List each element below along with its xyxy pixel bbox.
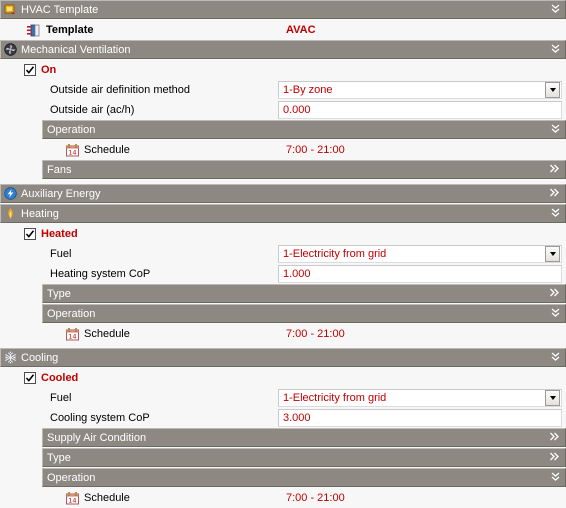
- section-label-cooling-operation: Operation: [47, 471, 96, 484]
- row-outside-air-method[interactable]: Outside air definition method 1-By zone: [0, 80, 566, 100]
- chevron-down-icon[interactable]: [545, 82, 560, 98]
- checkbox-heated[interactable]: [24, 228, 36, 240]
- calendar-icon: 14: [66, 491, 79, 505]
- label-ventilation-on: On: [41, 64, 57, 76]
- label-heating-cop: Heating system CoP: [50, 268, 151, 280]
- row-heating-schedule[interactable]: 14 Schedule 7:00 - 21:00: [0, 324, 566, 344]
- input-outside-air-ach[interactable]: 0.000: [278, 101, 562, 119]
- row-cooled[interactable]: Cooled: [0, 368, 566, 388]
- hvac-template-panel: HVAC Template Template AVAC Mechanical V…: [0, 0, 566, 508]
- row-cooling-cop[interactable]: Cooling system CoP 3.000: [0, 408, 566, 428]
- section-header-heating-operation[interactable]: Operation: [42, 304, 566, 323]
- input-cooling-cop[interactable]: 3.000: [278, 409, 562, 427]
- svg-text:14: 14: [68, 332, 76, 340]
- label-cooling-schedule: Schedule: [84, 492, 130, 504]
- value-template: AVAC: [286, 24, 316, 36]
- dropdown-cooling-fuel[interactable]: 1-Electricity from grid: [278, 389, 562, 407]
- row-ventilation-schedule[interactable]: 14 Schedule 7:00 - 21:00: [0, 140, 566, 160]
- svg-text:14: 14: [68, 148, 76, 156]
- section-header-heating[interactable]: Heating: [0, 204, 566, 223]
- row-cooling-fuel[interactable]: Fuel 1-Electricity from grid: [0, 388, 566, 408]
- label-heated: Heated: [41, 228, 78, 240]
- section-label-auxiliary-energy: Auxiliary Energy: [21, 187, 101, 200]
- label-cooling-fuel: Fuel: [50, 392, 72, 404]
- flame-icon: [4, 207, 17, 220]
- calendar-icon: 14: [66, 143, 79, 157]
- row-template[interactable]: Template AVAC: [0, 20, 566, 40]
- section-header-heating-type[interactable]: Type: [42, 284, 566, 303]
- chevron-expanded-icon[interactable]: [551, 43, 560, 57]
- label-outside-air-method: Outside air definition method: [50, 84, 191, 96]
- calendar-icon: 14: [66, 327, 79, 341]
- chevron-collapsed-icon[interactable]: [549, 188, 560, 200]
- row-ventilation-on[interactable]: On: [0, 60, 566, 80]
- section-label-supply-air-condition: Supply Air Condition: [47, 431, 147, 444]
- snowflake-icon: [4, 351, 17, 364]
- section-label-operation-ventilation: Operation: [47, 123, 96, 136]
- section-header-operation-ventilation[interactable]: Operation: [42, 120, 566, 139]
- label-cooling-cop: Cooling system CoP: [50, 412, 150, 424]
- label-cooled: Cooled: [41, 372, 79, 384]
- chevron-expanded-icon[interactable]: [551, 351, 560, 365]
- chevron-expanded-icon[interactable]: [551, 307, 560, 321]
- value-heating-schedule: 7:00 - 21:00: [286, 328, 345, 340]
- row-heated[interactable]: Heated: [0, 224, 566, 244]
- value-heating-fuel: 1-Electricity from grid: [283, 248, 387, 260]
- checkbox-cooled[interactable]: [24, 372, 36, 384]
- section-header-hvac-template[interactable]: HVAC Template: [0, 0, 566, 19]
- row-heating-cop[interactable]: Heating system CoP 1.000: [0, 264, 566, 284]
- section-label-heating: Heating: [21, 207, 59, 220]
- chevron-expanded-icon[interactable]: [551, 471, 560, 485]
- label-heating-schedule: Schedule: [84, 328, 130, 340]
- value-cooling-fuel: 1-Electricity from grid: [283, 392, 387, 404]
- row-heating-fuel[interactable]: Fuel 1-Electricity from grid: [0, 244, 566, 264]
- hvac-template-icon: [4, 3, 17, 16]
- chevron-collapsed-icon[interactable]: [549, 432, 560, 444]
- row-outside-air-ach[interactable]: Outside air (ac/h) 0.000: [0, 100, 566, 120]
- label-template: Template: [46, 24, 94, 36]
- chevron-expanded-icon[interactable]: [551, 123, 560, 137]
- chevron-down-icon[interactable]: [545, 390, 560, 406]
- section-header-auxiliary-energy[interactable]: Auxiliary Energy: [0, 184, 566, 203]
- input-heating-cop[interactable]: 1.000: [278, 265, 562, 283]
- svg-text:14: 14: [68, 496, 76, 504]
- checkbox-ventilation-on[interactable]: [24, 64, 36, 76]
- template-icon: [27, 24, 42, 37]
- chevron-collapsed-icon[interactable]: [549, 164, 560, 176]
- dropdown-outside-air-method[interactable]: 1-By zone: [278, 81, 562, 99]
- section-label-cooling-type: Type: [47, 451, 71, 464]
- value-ventilation-schedule: 7:00 - 21:00: [286, 144, 345, 156]
- section-header-cooling[interactable]: Cooling: [0, 348, 566, 367]
- fan-icon: [4, 43, 17, 56]
- value-outside-air-ach: 0.000: [283, 104, 311, 116]
- lightning-icon: [4, 187, 17, 200]
- value-cooling-schedule: 7:00 - 21:00: [286, 492, 345, 504]
- label-ventilation-schedule: Schedule: [84, 144, 130, 156]
- value-outside-air-method: 1-By zone: [283, 84, 333, 96]
- section-header-supply-air-condition[interactable]: Supply Air Condition: [42, 428, 566, 447]
- section-label-hvac-template: HVAC Template: [21, 3, 99, 16]
- section-header-mechanical-ventilation[interactable]: Mechanical Ventilation: [0, 40, 566, 59]
- section-label-heating-operation: Operation: [47, 307, 96, 320]
- dropdown-heating-fuel[interactable]: 1-Electricity from grid: [278, 245, 562, 263]
- row-cooling-schedule[interactable]: 14 Schedule 7:00 - 21:00: [0, 488, 566, 508]
- chevron-expanded-icon[interactable]: [551, 3, 560, 17]
- value-heating-cop: 1.000: [283, 268, 311, 280]
- chevron-expanded-icon[interactable]: [551, 207, 560, 221]
- chevron-down-icon[interactable]: [545, 246, 560, 262]
- section-header-fans[interactable]: Fans: [42, 160, 566, 179]
- chevron-collapsed-icon[interactable]: [549, 288, 560, 300]
- chevron-collapsed-icon[interactable]: [549, 452, 560, 464]
- label-heating-fuel: Fuel: [50, 248, 72, 260]
- section-label-cooling: Cooling: [21, 351, 59, 364]
- section-label-mechanical-ventilation: Mechanical Ventilation: [21, 43, 131, 56]
- section-header-cooling-operation[interactable]: Operation: [42, 468, 566, 487]
- label-outside-air-ach: Outside air (ac/h): [50, 104, 135, 116]
- value-cooling-cop: 3.000: [283, 412, 311, 424]
- section-label-fans: Fans: [47, 163, 72, 176]
- section-label-heating-type: Type: [47, 287, 71, 300]
- section-header-cooling-type[interactable]: Type: [42, 448, 566, 467]
